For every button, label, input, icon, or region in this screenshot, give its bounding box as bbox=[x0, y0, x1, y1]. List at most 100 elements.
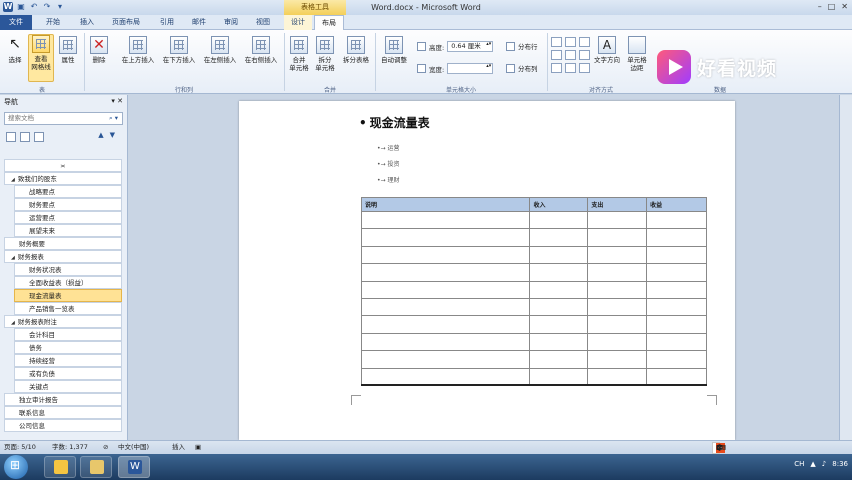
nav-heading-item[interactable]: 运营要点 bbox=[14, 211, 122, 224]
table-cell[interactable] bbox=[529, 245, 589, 265]
pages-view-icon[interactable] bbox=[20, 132, 30, 142]
tab-page-layout[interactable]: 页面布局 bbox=[104, 15, 148, 30]
table-cell[interactable] bbox=[646, 263, 707, 282]
nav-heading-item[interactable]: 独立审计报告 bbox=[4, 393, 122, 406]
nav-heading-item[interactable]: 关键点 bbox=[14, 380, 122, 393]
nav-heading-item[interactable]: 财务报表 bbox=[4, 250, 122, 263]
table-cell[interactable] bbox=[646, 315, 707, 334]
align-top-left-icon[interactable] bbox=[551, 37, 562, 47]
bullet-item[interactable]: •→ 投资 bbox=[377, 159, 400, 168]
tab-references[interactable]: 引用 bbox=[152, 15, 182, 30]
minimize-button[interactable]: – bbox=[818, 2, 822, 11]
nav-heading-item[interactable]: 债务 bbox=[14, 341, 122, 354]
table-cell[interactable] bbox=[587, 263, 648, 282]
table-cell[interactable] bbox=[587, 210, 648, 230]
text-direction-button[interactable]: A 文字方向 bbox=[592, 36, 622, 64]
autofit-button[interactable]: 自动调整 bbox=[377, 36, 411, 64]
language-indicator[interactable]: 中文(中国) bbox=[118, 441, 149, 454]
merge-cells-button[interactable]: 合并 单元格 bbox=[287, 36, 311, 72]
cash-flow-table[interactable]: 说明 收入 支出 收益 bbox=[360, 197, 707, 387]
table-cell[interactable] bbox=[529, 280, 589, 299]
table-cell[interactable] bbox=[646, 280, 707, 299]
nav-collapse-handle[interactable]: ≍ bbox=[4, 159, 122, 172]
table-cell[interactable] bbox=[646, 210, 707, 230]
nav-heading-item[interactable]: 全面收益表（损益） bbox=[14, 276, 122, 289]
table-cell[interactable] bbox=[646, 367, 707, 386]
bullet-item[interactable]: •→ 运营 bbox=[377, 143, 400, 152]
table-cell[interactable] bbox=[646, 228, 707, 247]
nav-heading-item[interactable]: 财务报表附注 bbox=[4, 315, 122, 328]
table-header-cell[interactable]: 说明 bbox=[360, 197, 531, 212]
table-cell[interactable] bbox=[529, 263, 589, 282]
table-cell[interactable] bbox=[360, 228, 531, 247]
split-cells-button[interactable]: 拆分 单元格 bbox=[313, 36, 337, 72]
nav-arrows-icon[interactable]: ▲▼ bbox=[98, 131, 121, 139]
insert-above-button[interactable]: 在上方插入 bbox=[118, 36, 158, 64]
table-header-cell[interactable]: 收入 bbox=[529, 197, 589, 212]
distribute-rows-button[interactable]: 分布行 bbox=[506, 41, 538, 51]
nav-heading-item[interactable]: 财务概要 bbox=[4, 237, 122, 250]
insert-below-button[interactable]: 在下方插入 bbox=[159, 36, 199, 64]
nav-heading-item[interactable]: 产品销售一览表 bbox=[14, 302, 122, 315]
nav-heading-item[interactable]: 财务状况表 bbox=[14, 263, 122, 276]
align-bottom-right-icon[interactable] bbox=[579, 63, 590, 73]
start-button[interactable] bbox=[4, 455, 28, 479]
nav-heading-item[interactable]: 战略要点 bbox=[14, 185, 122, 198]
table-cell[interactable] bbox=[360, 315, 531, 334]
tray-volume-icon[interactable]: ♪ bbox=[822, 460, 826, 468]
align-middle-right-icon[interactable] bbox=[579, 50, 590, 60]
table-header-cell[interactable]: 支出 bbox=[587, 197, 648, 212]
table-cell[interactable] bbox=[646, 332, 707, 352]
delete-button[interactable]: ✕ 删除 bbox=[88, 36, 110, 64]
tab-insert[interactable]: 插入 bbox=[72, 15, 102, 30]
split-table-button[interactable]: 拆分表格 bbox=[339, 36, 373, 64]
results-view-icon[interactable] bbox=[34, 132, 44, 142]
nav-heading-item[interactable]: 展望未来 bbox=[14, 224, 122, 237]
view-gridlines-button[interactable]: 查看 网格线 bbox=[28, 34, 54, 82]
tab-design[interactable]: 设计 bbox=[284, 15, 312, 30]
table-cell[interactable] bbox=[529, 297, 589, 317]
nav-heading-item[interactable]: 联系信息 bbox=[4, 406, 122, 419]
table-cell[interactable] bbox=[529, 332, 589, 352]
maximize-button[interactable]: □ bbox=[828, 2, 836, 11]
table-cell[interactable] bbox=[587, 228, 648, 247]
bullet-item[interactable]: •→ 理财 bbox=[377, 175, 400, 184]
doc-heading[interactable]: 现金流量表 bbox=[359, 114, 430, 131]
select-button[interactable]: ↖ 选择 bbox=[4, 36, 26, 64]
table-cell[interactable] bbox=[587, 280, 648, 299]
height-input[interactable]: 0.64 厘米 bbox=[447, 41, 494, 52]
macro-icon[interactable]: ▣ bbox=[195, 441, 201, 454]
taskbar-explorer[interactable] bbox=[80, 456, 112, 478]
table-cell[interactable] bbox=[587, 315, 648, 334]
align-top-right-icon[interactable] bbox=[579, 37, 590, 47]
table-header-cell[interactable]: 收益 bbox=[646, 197, 707, 212]
table-cell[interactable] bbox=[646, 350, 707, 369]
tab-review[interactable]: 审阅 bbox=[216, 15, 246, 30]
table-cell[interactable] bbox=[587, 332, 648, 352]
table-cell[interactable] bbox=[529, 228, 589, 247]
taskbar-word[interactable]: W bbox=[118, 456, 150, 478]
nav-heading-item[interactable]: 致我们的股东 bbox=[4, 172, 122, 185]
vertical-scrollbar[interactable] bbox=[839, 95, 852, 440]
table-cell[interactable] bbox=[360, 210, 531, 230]
document-page[interactable]: 现金流量表 •→ 运营 •→ 投资 •→ 理财 说明 收入 支出 收益 bbox=[239, 101, 735, 440]
table-cell[interactable] bbox=[360, 332, 531, 352]
nav-heading-item[interactable]: 财务要点 bbox=[14, 198, 122, 211]
table-cell[interactable] bbox=[360, 297, 531, 317]
table-cell[interactable] bbox=[587, 350, 648, 369]
page-count[interactable]: 页面: 5/10 bbox=[4, 441, 36, 454]
align-top-center-icon[interactable] bbox=[565, 37, 576, 47]
table-cell[interactable] bbox=[360, 350, 531, 369]
insert-left-button[interactable]: 在左侧插入 bbox=[200, 36, 240, 64]
nav-search-input[interactable]: 搜索文档 ⌕ ▾ bbox=[4, 112, 123, 125]
headings-view-icon[interactable] bbox=[6, 132, 16, 142]
clock[interactable]: 8:36 bbox=[832, 460, 848, 468]
table-cell[interactable] bbox=[587, 245, 648, 265]
table-cell[interactable] bbox=[360, 263, 531, 282]
table-cell[interactable] bbox=[360, 280, 531, 299]
spellcheck-icon[interactable]: ⊘ bbox=[103, 441, 108, 454]
table-cell[interactable] bbox=[360, 245, 531, 265]
nav-heading-item[interactable]: 持续经营 bbox=[14, 354, 122, 367]
insert-mode[interactable]: 插入 bbox=[172, 441, 185, 454]
align-middle-left-icon[interactable] bbox=[551, 50, 562, 60]
